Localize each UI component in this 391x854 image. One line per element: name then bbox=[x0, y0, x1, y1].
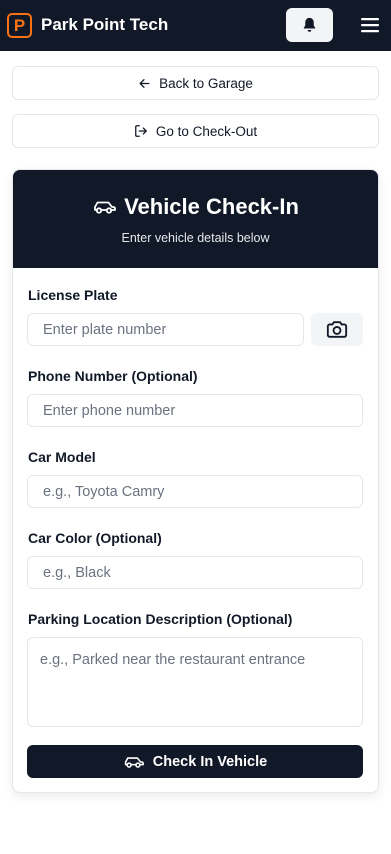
logo-letter: P bbox=[13, 16, 26, 35]
card-title: Vehicle Check-In bbox=[13, 193, 378, 221]
parking-location-textarea[interactable] bbox=[27, 637, 363, 727]
phone-number-label: Phone Number (Optional) bbox=[28, 368, 198, 384]
license-plate-input[interactable] bbox=[27, 313, 304, 346]
camera-icon bbox=[326, 321, 348, 338]
notifications-button[interactable] bbox=[286, 8, 333, 42]
hamburger-menu-icon bbox=[361, 18, 379, 33]
back-to-garage-button[interactable]: Back to Garage bbox=[12, 66, 379, 100]
app-title: Park Point Tech bbox=[41, 15, 169, 34]
parking-location-label: Parking Location Description (Optional) bbox=[28, 611, 293, 627]
back-to-garage-label: Back to Garage bbox=[159, 75, 253, 91]
go-to-checkout-button[interactable]: Go to Check-Out bbox=[12, 114, 379, 148]
car-icon bbox=[124, 756, 144, 768]
check-in-vehicle-button[interactable]: Check In Vehicle bbox=[27, 745, 363, 778]
car-color-input[interactable] bbox=[27, 556, 363, 589]
app-logo[interactable]: P bbox=[7, 13, 32, 38]
arrow-left-icon bbox=[139, 78, 150, 88]
card-title-text: Vehicle Check-In bbox=[124, 194, 299, 219]
bell-icon bbox=[303, 17, 316, 32]
car-color-label: Car Color (Optional) bbox=[28, 530, 162, 546]
car-icon bbox=[94, 201, 116, 214]
car-model-label: Car Model bbox=[28, 449, 96, 465]
log-out-icon bbox=[134, 125, 147, 137]
top-navigation-bar: P Park Point Tech bbox=[0, 0, 391, 51]
scan-plate-camera-button[interactable] bbox=[311, 313, 363, 346]
car-model-input[interactable] bbox=[27, 475, 363, 508]
vehicle-check-in-card: Vehicle Check-In Enter vehicle details b… bbox=[12, 169, 379, 793]
card-subtitle: Enter vehicle details below bbox=[121, 231, 270, 245]
check-in-vehicle-label: Check In Vehicle bbox=[152, 753, 268, 770]
license-plate-label: License Plate bbox=[28, 287, 118, 303]
card-header: Vehicle Check-In Enter vehicle details b… bbox=[13, 170, 378, 268]
menu-button[interactable] bbox=[360, 15, 380, 35]
phone-number-input[interactable] bbox=[27, 394, 363, 427]
go-to-checkout-label: Go to Check-Out bbox=[155, 123, 258, 139]
